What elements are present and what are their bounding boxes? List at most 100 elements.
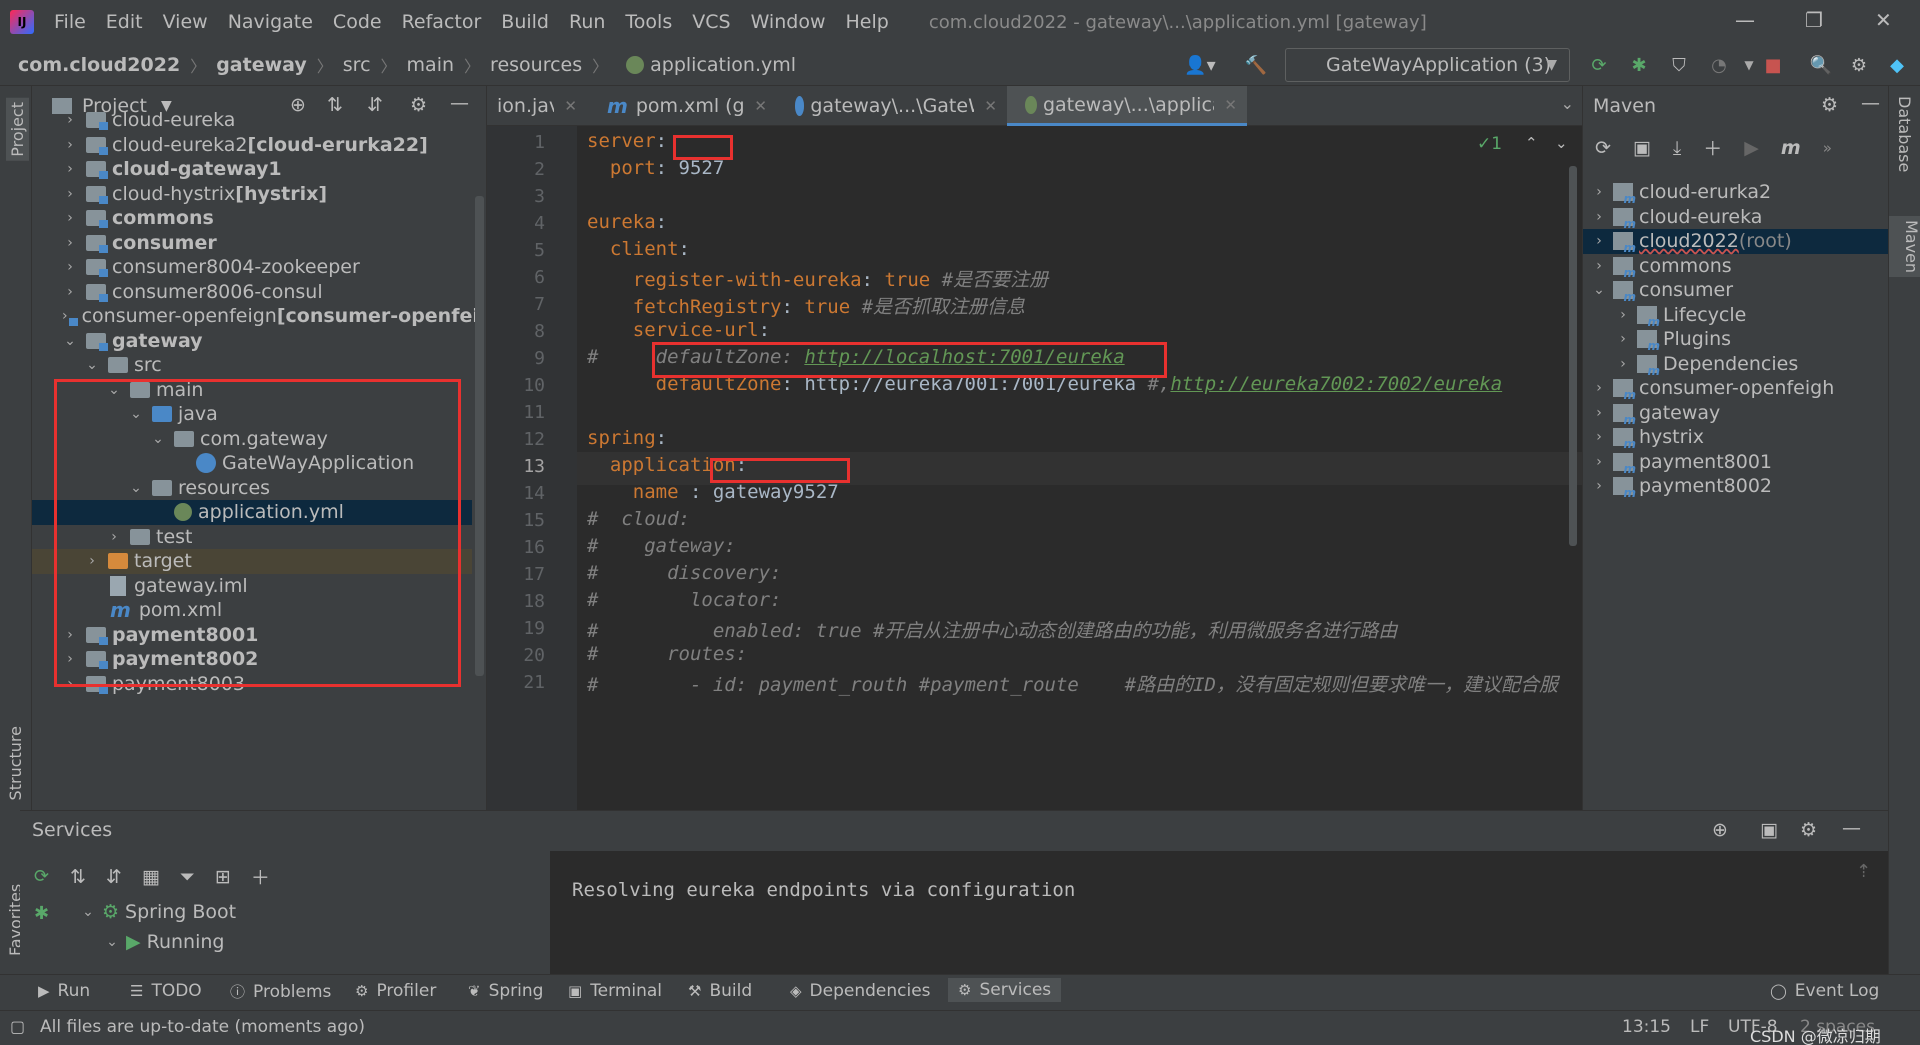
status-panel-icon[interactable]: ▢ <box>10 1017 25 1036</box>
chevron-right-icon[interactable]: › <box>62 308 68 324</box>
chevron-right-icon[interactable]: › <box>1591 209 1607 225</box>
chevron-down-icon[interactable]: ⌄ <box>104 934 120 950</box>
close-tab-icon[interactable]: ✕ <box>1224 96 1237 114</box>
chevron-right-icon[interactable]: › <box>1615 331 1631 347</box>
user-icon[interactable]: 👤▾ <box>1180 54 1220 76</box>
chevron-right-icon[interactable]: › <box>1591 478 1607 494</box>
chevron-right-icon[interactable]: › <box>1591 380 1607 396</box>
tab-list-chevron-icon[interactable]: ⌄ <box>1561 94 1574 113</box>
maven-tree-node[interactable]: › payment8001 <box>1583 450 1889 476</box>
debug-icon[interactable]: ✱ <box>34 903 49 924</box>
database-tool-tab[interactable]: Database <box>1895 96 1914 172</box>
download-icon[interactable]: ⤓ <box>1673 137 1681 159</box>
maven-tree-node[interactable]: › cloud-erurka2 <box>1583 180 1889 206</box>
chevron-right-icon[interactable]: › <box>1591 258 1607 274</box>
add-icon[interactable]: ＋ <box>1703 134 1722 161</box>
expand-all-icon[interactable]: ⇅ <box>70 866 86 888</box>
tool-spring[interactable]: ❦ Spring <box>468 981 543 1001</box>
project-tree-node[interactable]: ⌄ src <box>32 353 472 378</box>
restore-icon[interactable]: ❐ <box>1805 8 1823 32</box>
chevron-right-icon[interactable]: › <box>1591 184 1607 200</box>
services-tree-node[interactable]: ⌄ ▶ Running <box>70 927 520 957</box>
maven-tree-node[interactable]: › cloud2022 (root) <box>1583 229 1889 255</box>
stop-icon[interactable]: ■ <box>1762 54 1784 76</box>
add-folder-icon[interactable]: ▣ <box>1633 137 1651 159</box>
chevron-right-icon[interactable]: › <box>1591 405 1607 421</box>
editor-scrollbar[interactable] <box>1569 166 1577 546</box>
maven-tree-node[interactable]: › payment8002 <box>1583 474 1889 500</box>
chevron-right-icon[interactable]: › <box>1591 454 1607 470</box>
menu-item-help[interactable]: Help <box>845 11 888 33</box>
maven-tree-node[interactable]: ⌄ consumer <box>1583 278 1889 304</box>
chevron-right-icon[interactable]: › <box>62 186 78 202</box>
project-tree-node[interactable]: › cloud-eureka2 [cloud-erurka22] <box>32 133 472 158</box>
project-tree-node[interactable]: › consumer-openfeign [consumer-openfei <box>32 304 479 329</box>
more-run-chevron-icon[interactable]: ▼ <box>1738 54 1760 76</box>
more-icon[interactable]: » <box>1823 139 1832 157</box>
project-tree-node[interactable]: › consumer8004-zookeeper <box>32 255 472 280</box>
search-icon[interactable]: 🔍 <box>1810 54 1832 76</box>
tool-run[interactable]: ▶ Run <box>38 981 90 1001</box>
inspection-status[interactable]: ✓1 <box>1477 134 1502 154</box>
tool-problems[interactable]: ⓘ Problems <box>230 981 331 1002</box>
project-tree-node[interactable]: › cloud-eureka <box>32 108 472 133</box>
coverage-icon[interactable]: ⛉ <box>1668 54 1690 76</box>
console[interactable]: Resolving eureka endpoints via configura… <box>550 851 1888 987</box>
structure-tool-tab[interactable]: Structure <box>6 726 25 800</box>
tool-services[interactable]: ⚙ Services <box>948 978 1062 1002</box>
chevron-right-icon[interactable]: › <box>62 259 78 275</box>
settings-gear-icon[interactable]: ⚙ <box>1848 54 1870 76</box>
menu-item-code[interactable]: Code <box>333 11 382 33</box>
editor-tab[interactable]: gateway\...\application.yml ✕ <box>1007 86 1247 126</box>
gear-icon[interactable]: ⚙ <box>1821 94 1838 116</box>
breadcrumb-item[interactable]: com.cloud2022 <box>18 54 180 76</box>
maven-tree-node[interactable]: › hystrix <box>1583 425 1889 451</box>
collapse-all-icon[interactable]: ⇵ <box>106 866 122 888</box>
group-icon[interactable]: ▦ <box>142 866 160 888</box>
maven-tree-node[interactable]: › Dependencies <box>1583 352 1889 378</box>
project-tree-node[interactable]: ⌄ gateway <box>32 329 472 354</box>
tool-build[interactable]: ⚒ Build <box>688 981 752 1001</box>
project-tree-node[interactable]: › cloud-hystrix [hystrix] <box>32 182 472 207</box>
chevron-right-icon[interactable]: › <box>62 137 78 153</box>
chevron-right-icon[interactable]: › <box>1615 356 1631 372</box>
close-tab-icon[interactable]: ✕ <box>564 97 577 115</box>
menu-item-build[interactable]: Build <box>501 11 549 33</box>
chevron-right-icon[interactable]: › <box>1591 429 1607 445</box>
rerun-icon[interactable]: ⟳ <box>34 866 49 887</box>
layout-icon[interactable]: ▣ <box>1760 819 1778 841</box>
chevron-right-icon[interactable]: › <box>62 112 78 128</box>
chevron-right-icon[interactable]: › <box>62 161 78 177</box>
maven-tool-tab[interactable]: Maven <box>1889 216 1920 278</box>
chevron-right-icon[interactable]: › <box>1591 233 1607 249</box>
profile-icon[interactable]: ◔ <box>1708 54 1730 76</box>
menu-item-edit[interactable]: Edit <box>106 11 143 33</box>
maven-tree-node[interactable]: › Plugins <box>1583 327 1889 353</box>
breadcrumb-item[interactable]: application.yml <box>650 54 796 76</box>
maven-tree-node[interactable]: › cloud-eureka <box>1583 205 1889 231</box>
breadcrumb-item[interactable]: src <box>343 54 371 76</box>
gear-icon[interactable]: ⚙ <box>1800 819 1817 841</box>
code-area[interactable]: server: port: 9527 eureka: client: regist… <box>487 126 1582 810</box>
reload-icon[interactable]: ⟳ <box>1595 137 1611 159</box>
menu-item-navigate[interactable]: Navigate <box>228 11 313 33</box>
chevron-right-icon[interactable]: › <box>62 235 78 251</box>
services-tree-node[interactable]: ⌄ ⚙ Spring Boot <box>70 897 520 927</box>
project-scrollbar[interactable] <box>475 196 484 676</box>
scroll-up-icon[interactable]: ⇡ <box>1856 861 1871 882</box>
menu-item-view[interactable]: View <box>163 11 208 33</box>
breadcrumb-item[interactable]: resources <box>490 54 582 76</box>
hide-panel-icon[interactable]: — <box>1842 817 1861 839</box>
minimize-icon[interactable]: — <box>1735 8 1755 32</box>
project-tree-node[interactable]: › commons <box>32 206 472 231</box>
new-tab-icon[interactable]: ⊞ <box>215 866 231 888</box>
editor-tab[interactable]: ion.java ✕ <box>487 86 587 126</box>
menu-item-refactor[interactable]: Refactor <box>402 11 482 33</box>
locate-icon[interactable]: ⊕ <box>1712 819 1728 841</box>
prev-highlight-icon[interactable]: ⌃ <box>1525 134 1538 152</box>
tool-terminal[interactable]: ▣ Terminal <box>568 981 662 1001</box>
breadcrumb-item[interactable]: gateway <box>216 54 307 76</box>
build-hammer-icon[interactable]: 🔨 <box>1245 54 1267 76</box>
maven-tree-node[interactable]: › gateway <box>1583 401 1889 427</box>
chevron-down-icon[interactable]: ⌄ <box>80 904 96 920</box>
